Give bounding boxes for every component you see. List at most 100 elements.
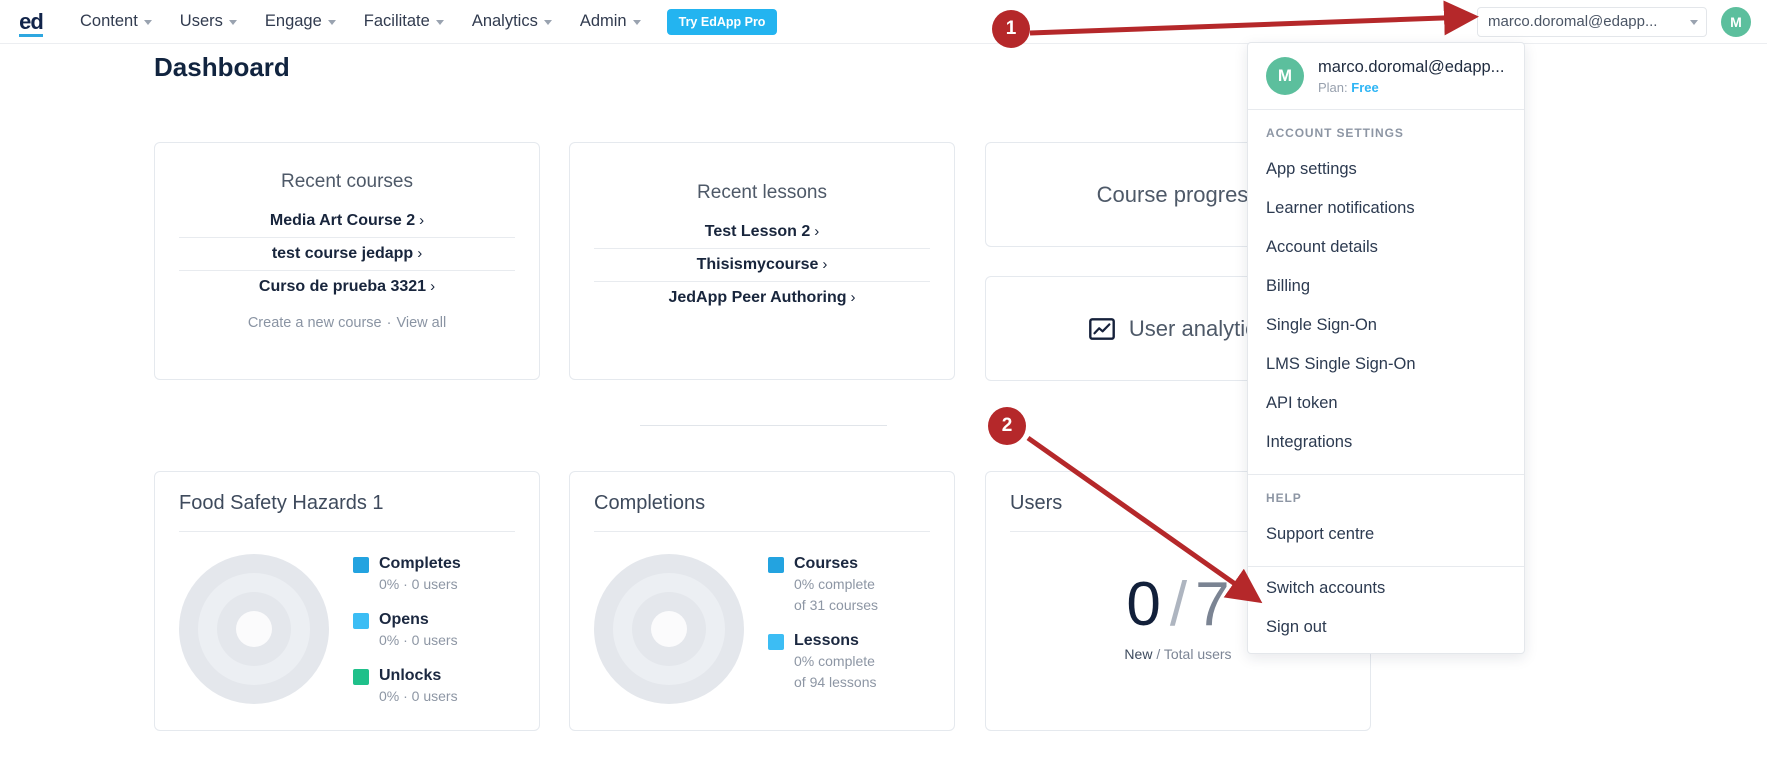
recent-lesson-item[interactable]: Thisismycourse ›: [594, 248, 930, 281]
edapp-logo[interactable]: ed: [14, 7, 48, 37]
nav-item-facilitate[interactable]: Facilitate: [350, 0, 458, 44]
food-safety-body: Completes 0% · 0 users Opens 0% · 0 user…: [179, 554, 515, 706]
dropdown-item-support-centre[interactable]: Support centre: [1248, 515, 1524, 554]
legend-label: Lessons: [794, 631, 859, 649]
chevron-right-icon: ›: [822, 256, 828, 273]
recent-lesson-item[interactable]: JedApp Peer Authoring ›: [594, 281, 930, 314]
nav-item-analytics[interactable]: Analytics: [458, 0, 566, 44]
dropdown-item-billing[interactable]: Billing: [1248, 267, 1524, 306]
legend-label: Completes: [379, 555, 461, 572]
dropdown-plan-value[interactable]: Free: [1351, 80, 1378, 95]
dropdown-plan-row: Plan: Free: [1318, 80, 1504, 95]
try-edapp-pro-button[interactable]: Try EdApp Pro: [666, 8, 778, 35]
legend-item: Opens 0% · 0 users: [353, 610, 461, 650]
dropdown-item-app-settings[interactable]: App settings: [1248, 150, 1524, 189]
legend-swatch-courses: [768, 557, 784, 573]
dropdown-bottom-group: Switch accounts Sign out: [1248, 567, 1524, 653]
nav-item-facilitate-label: Facilitate: [363, 12, 430, 30]
dropdown-avatar: M: [1266, 57, 1304, 95]
dropdown-item-account-details[interactable]: Account details: [1248, 228, 1524, 267]
recent-courses-list: Media Art Course 2 › test course jedapp › …: [179, 205, 515, 303]
top-navigation-bar: ed Content Users Engage Facilitate Analy…: [0, 0, 1767, 44]
legend-label: Courses: [794, 555, 859, 572]
recent-lessons-card: Recent lessons Test Lesson 2 › Thisismyco…: [569, 142, 955, 380]
users-caption-separator: /: [1152, 646, 1164, 662]
recent-lessons-list: Test Lesson 2 › Thisismycourse › JedApp Pe…: [594, 216, 930, 314]
recent-course-item[interactable]: test course jedapp ›: [179, 237, 515, 270]
users-total-count: 7: [1195, 570, 1230, 639]
completions-card: Completions Courses 0% complete of 31 co…: [569, 471, 955, 731]
users-new-count: 0: [1126, 570, 1162, 639]
chevron-right-icon: ›: [850, 289, 856, 306]
recent-courses-footer: Create a new course · View all: [179, 315, 515, 331]
users-count-caption: New / Total users: [1124, 646, 1231, 662]
completions-donut-chart: [594, 554, 744, 704]
legend-item: Lessons 0% complete of 94 lessons: [768, 631, 878, 692]
chevron-down-icon: [1690, 20, 1698, 25]
account-dropdown-menu: M marco.doromal@edapp... Plan: Free ACCO…: [1247, 42, 1525, 654]
card-divider: [179, 531, 515, 532]
chart-icon: [1089, 317, 1115, 340]
dropdown-item-integrations[interactable]: Integrations: [1248, 423, 1524, 462]
nav-item-engage-label: Engage: [264, 12, 322, 30]
food-safety-heading: Food Safety Hazards 1: [179, 492, 384, 514]
legend-swatch-lessons: [768, 633, 784, 650]
dropdown-item-single-sign-on[interactable]: Single Sign-On: [1248, 306, 1524, 345]
recent-course-item[interactable]: Media Art Course 2 ›: [179, 205, 515, 237]
dropdown-user-header: M marco.doromal@edapp... Plan: Free: [1248, 43, 1524, 109]
legend-swatch-unlocks: [353, 669, 369, 686]
legend-sublabel: 0% · 0 users: [379, 688, 458, 705]
dropdown-user-email: marco.doromal@edapp...: [1318, 57, 1505, 76]
dropdown-section-help: HELP: [1266, 491, 1302, 505]
nav-item-content[interactable]: Content: [66, 0, 166, 44]
recent-lessons-heading: Recent lessons: [697, 182, 827, 203]
view-all-courses-link[interactable]: View all: [396, 315, 446, 331]
dropdown-item-api-token[interactable]: API token: [1248, 384, 1524, 423]
footer-separator: ·: [386, 315, 392, 331]
create-new-course-link[interactable]: Create a new course: [248, 315, 382, 331]
nav-item-engage[interactable]: Engage: [251, 0, 350, 44]
recent-course-item[interactable]: Curso de prueba 3321 ›: [179, 270, 515, 303]
legend-item: Courses 0% complete of 31 courses: [768, 554, 878, 615]
dropdown-section-account-settings: ACCOUNT SETTINGS: [1266, 126, 1404, 140]
recent-lesson-label: Test Lesson 2: [704, 223, 811, 240]
chevron-down-icon: [228, 20, 237, 25]
legend-label: Opens: [379, 611, 429, 629]
app-root: ed Content Users Engage Facilitate Analy…: [0, 0, 1767, 780]
recent-lesson-label: JedApp Peer Authoring: [668, 289, 847, 306]
dropdown-plan-label: Plan:: [1318, 79, 1348, 95]
recent-lesson-label: Thisismycourse: [696, 256, 819, 273]
recent-course-label: Curso de prueba 3321: [258, 278, 427, 295]
logo-text: ed: [19, 10, 44, 37]
dropdown-item-learner-notifications[interactable]: Learner notifications: [1248, 189, 1524, 228]
nav-item-admin[interactable]: Admin: [566, 0, 655, 44]
recent-lesson-item[interactable]: Test Lesson 2 ›: [594, 216, 930, 248]
recent-courses-card: Recent courses Media Art Course 2 › test …: [154, 142, 540, 380]
legend-label: Unlocks: [379, 667, 442, 685]
legend-sublabel-count: of 94 lessons: [794, 674, 877, 691]
annotation-badge-1: 1: [992, 10, 1030, 48]
recent-course-label: Media Art Course 2: [269, 212, 416, 229]
nav-item-users[interactable]: Users: [166, 0, 251, 44]
account-selector-dropdown[interactable]: marco.doromal@edapp...: [1477, 6, 1707, 37]
dropdown-item-lms-single-sign-on[interactable]: LMS Single Sign-On: [1248, 345, 1524, 384]
legend-swatch-completes: [353, 557, 369, 573]
chevron-right-icon: ›: [430, 278, 436, 295]
chevron-down-icon: [327, 20, 336, 25]
food-safety-donut-chart: [179, 554, 329, 704]
section-divider: [640, 425, 887, 426]
legend-swatch-opens: [353, 613, 369, 630]
chevron-right-icon: ›: [419, 212, 425, 229]
nav-item-content-label: Content: [80, 12, 138, 30]
course-progress-heading: Course progress: [1096, 181, 1260, 207]
users-caption-new: New: [1124, 646, 1153, 662]
dropdown-item-sign-out[interactable]: Sign out: [1248, 608, 1524, 647]
notifications-bell-icon[interactable]: [1441, 10, 1463, 34]
completions-body: Courses 0% complete of 31 courses Lesson…: [594, 554, 930, 704]
users-count-group: 0 / 7: [1126, 574, 1229, 636]
dropdown-item-switch-accounts[interactable]: Switch accounts: [1248, 567, 1524, 608]
chevron-down-icon: [143, 20, 152, 25]
nav-item-users-label: Users: [179, 12, 223, 30]
user-avatar-button[interactable]: M: [1721, 6, 1751, 37]
food-safety-hazards-card: Food Safety Hazards 1 Completes 0% · 0 u…: [154, 471, 540, 731]
